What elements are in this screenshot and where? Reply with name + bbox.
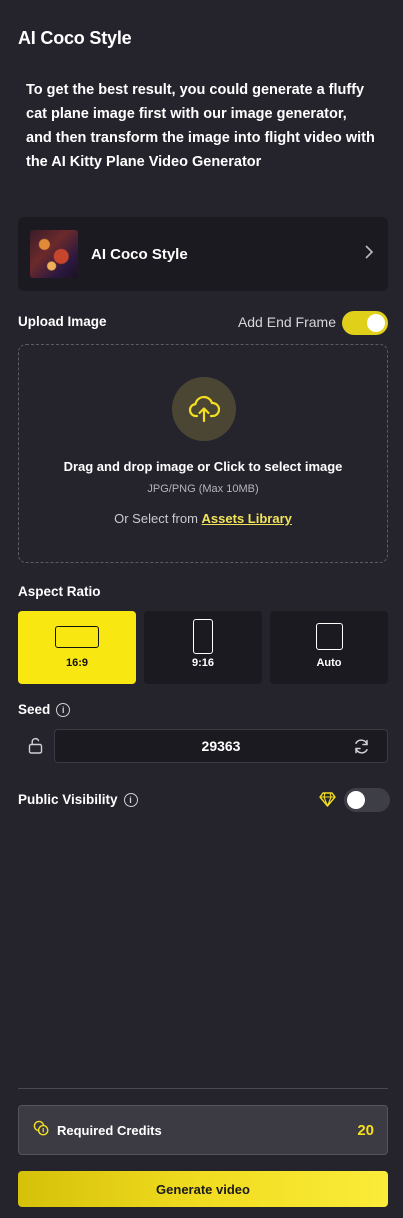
divider bbox=[18, 1088, 388, 1089]
aspect-ratio-label: Aspect Ratio bbox=[18, 584, 101, 599]
add-end-frame-toggle[interactable] bbox=[342, 311, 388, 335]
style-thumbnail bbox=[30, 230, 78, 278]
required-credits-panel: Required Credits 20 bbox=[18, 1105, 388, 1155]
upload-dropzone[interactable]: Drag and drop image or Click to select i… bbox=[18, 344, 388, 563]
aspect-ratio-auto[interactable]: Auto bbox=[270, 611, 388, 684]
diamond-premium-icon bbox=[319, 792, 336, 812]
seed-label-row: Seed i bbox=[18, 702, 71, 718]
ratio-label: Auto bbox=[316, 657, 342, 669]
upload-instructions: Drag and drop image or Click to select i… bbox=[63, 459, 343, 474]
page-title: AI Coco Style bbox=[18, 28, 132, 48]
seed-label: Seed bbox=[18, 702, 51, 717]
style-name: AI Coco Style bbox=[91, 245, 188, 263]
style-selector[interactable]: AI Coco Style bbox=[18, 217, 388, 291]
assets-prefix: Or Select from bbox=[114, 511, 198, 526]
intro-text: To get the best result, you could genera… bbox=[26, 82, 375, 170]
seed-value: 29363 bbox=[201, 738, 241, 754]
seed-input[interactable]: 29363 bbox=[54, 729, 388, 763]
lock-icon[interactable] bbox=[28, 737, 43, 759]
ratio-label: 16:9 bbox=[65, 657, 89, 669]
refresh-icon[interactable] bbox=[353, 738, 370, 758]
info-icon[interactable]: i bbox=[123, 793, 138, 808]
public-visibility-toggle[interactable] bbox=[344, 788, 390, 812]
toggle-knob bbox=[367, 314, 385, 332]
assets-line: Or Select from Assets Library bbox=[19, 511, 387, 526]
square-icon bbox=[316, 623, 343, 650]
public-visibility-row: Public Visibility i bbox=[18, 792, 138, 808]
aspect-ratio-9-16[interactable]: 9:16 bbox=[144, 611, 262, 684]
required-credits-label: Required Credits bbox=[57, 1122, 162, 1138]
required-credits-value: 20 bbox=[357, 1121, 374, 1139]
landscape-icon bbox=[55, 626, 99, 648]
portrait-icon bbox=[193, 619, 213, 654]
ratio-label: 9:16 bbox=[191, 657, 215, 669]
toggle-knob bbox=[347, 791, 365, 809]
generate-video-button[interactable]: Generate video bbox=[18, 1171, 388, 1207]
upload-format-hint: JPG/PNG (Max 10MB) bbox=[147, 483, 259, 495]
coins-icon bbox=[33, 1120, 49, 1141]
info-icon[interactable]: i bbox=[56, 703, 71, 718]
public-visibility-label: Public Visibility bbox=[18, 792, 118, 807]
chevron-right-icon bbox=[364, 244, 374, 264]
upload-cloud-icon bbox=[172, 377, 236, 441]
upload-image-label: Upload Image bbox=[18, 314, 107, 329]
add-end-frame-label: Add End Frame bbox=[237, 314, 336, 330]
assets-library-link[interactable]: Assets Library bbox=[202, 511, 292, 526]
aspect-ratio-16-9[interactable]: 16:9 bbox=[18, 611, 136, 684]
